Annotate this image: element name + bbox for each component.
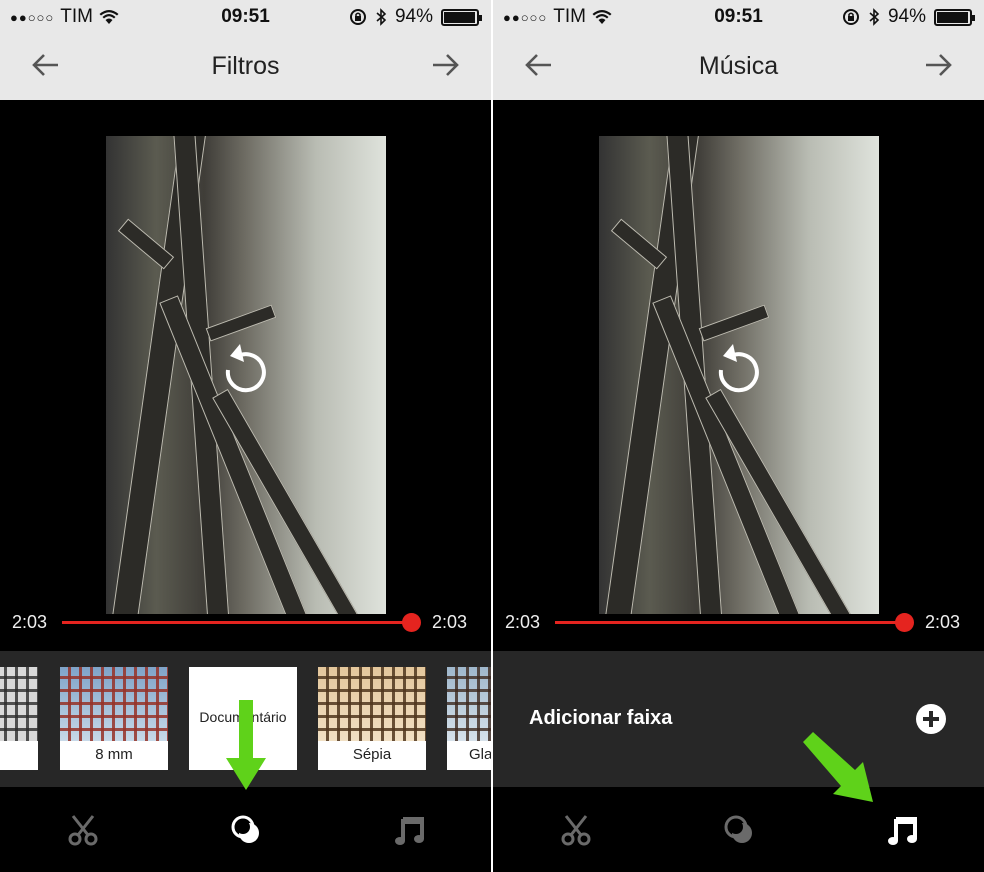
- status-right: 94%: [842, 6, 975, 28]
- filter-option[interactable]: Sépia: [318, 667, 426, 770]
- battery-percent: 94%: [394, 6, 433, 27]
- navigation-bar: Música: [493, 34, 984, 100]
- filters-screen: ●●○○○ TIM 09:51 94% Filtros 2:03 2:03 8 …: [0, 0, 491, 872]
- bluetooth-icon: [376, 8, 387, 26]
- orientation-lock-icon: [349, 9, 366, 25]
- time-start: 2:03: [505, 612, 541, 632]
- page-title: Filtros: [211, 52, 280, 80]
- filters-icon[interactable]: [229, 813, 263, 847]
- bottom-toolbar: [493, 787, 984, 872]
- filter-label: nza: [0, 742, 38, 768]
- filter-option[interactable]: nza: [0, 667, 38, 770]
- forward-arrow-icon[interactable]: [922, 48, 956, 82]
- progress-knob[interactable]: [402, 613, 421, 632]
- battery-icon: [934, 8, 975, 26]
- replay-icon[interactable]: [214, 340, 278, 404]
- add-track-button[interactable]: [916, 704, 946, 734]
- highlight-arrow-icon: [226, 700, 266, 790]
- time-start: 2:03: [12, 612, 48, 632]
- timeline: 2:03 2:03: [0, 604, 491, 640]
- progress-track[interactable]: [555, 621, 905, 624]
- progress-knob[interactable]: [895, 613, 914, 632]
- highlight-arrow-icon: [803, 732, 873, 802]
- video-frame-detail: [698, 304, 770, 342]
- navigation-bar: Filtros: [0, 34, 491, 100]
- status-bar: ●●○○○ TIM 09:51 94%: [0, 0, 491, 34]
- music-screen: ●●○○○ TIM 09:51 94% Música 2:03 2:03 Adi…: [493, 0, 984, 872]
- video-preview[interactable]: [599, 136, 879, 614]
- status-bar: ●●○○○ TIM 09:51 94%: [493, 0, 984, 34]
- forward-arrow-icon[interactable]: [429, 48, 463, 82]
- filters-icon[interactable]: [722, 813, 756, 847]
- music-note-icon[interactable]: [886, 813, 920, 847]
- video-preview[interactable]: [106, 136, 386, 614]
- filter-option[interactable]: 8 mm: [60, 667, 168, 770]
- page-title: Música: [698, 52, 779, 80]
- filter-label: 8 mm: [95, 746, 133, 763]
- music-note-icon[interactable]: [393, 813, 427, 847]
- status-right: 94%: [349, 6, 482, 28]
- music-panel: Adicionar faixa: [493, 651, 984, 787]
- battery-icon: [441, 8, 482, 26]
- battery-percent: 94%: [887, 6, 926, 27]
- filter-option[interactable]: Gla: [447, 667, 491, 770]
- video-frame-detail: [205, 304, 277, 342]
- scissors-icon[interactable]: [66, 813, 100, 847]
- bottom-toolbar: [0, 787, 491, 872]
- orientation-lock-icon: [842, 9, 859, 25]
- time-end: 2:03: [431, 612, 467, 632]
- timeline: 2:03 2:03: [493, 604, 984, 640]
- replay-icon[interactable]: [707, 340, 771, 404]
- scissors-icon[interactable]: [559, 813, 593, 847]
- filter-label: Sépia: [352, 746, 392, 763]
- add-track-label[interactable]: Adicionar faixa: [529, 707, 672, 730]
- filter-label: Gla: [469, 746, 491, 763]
- bluetooth-icon: [869, 8, 880, 26]
- time-end: 2:03: [924, 612, 960, 632]
- progress-track[interactable]: [62, 621, 412, 624]
